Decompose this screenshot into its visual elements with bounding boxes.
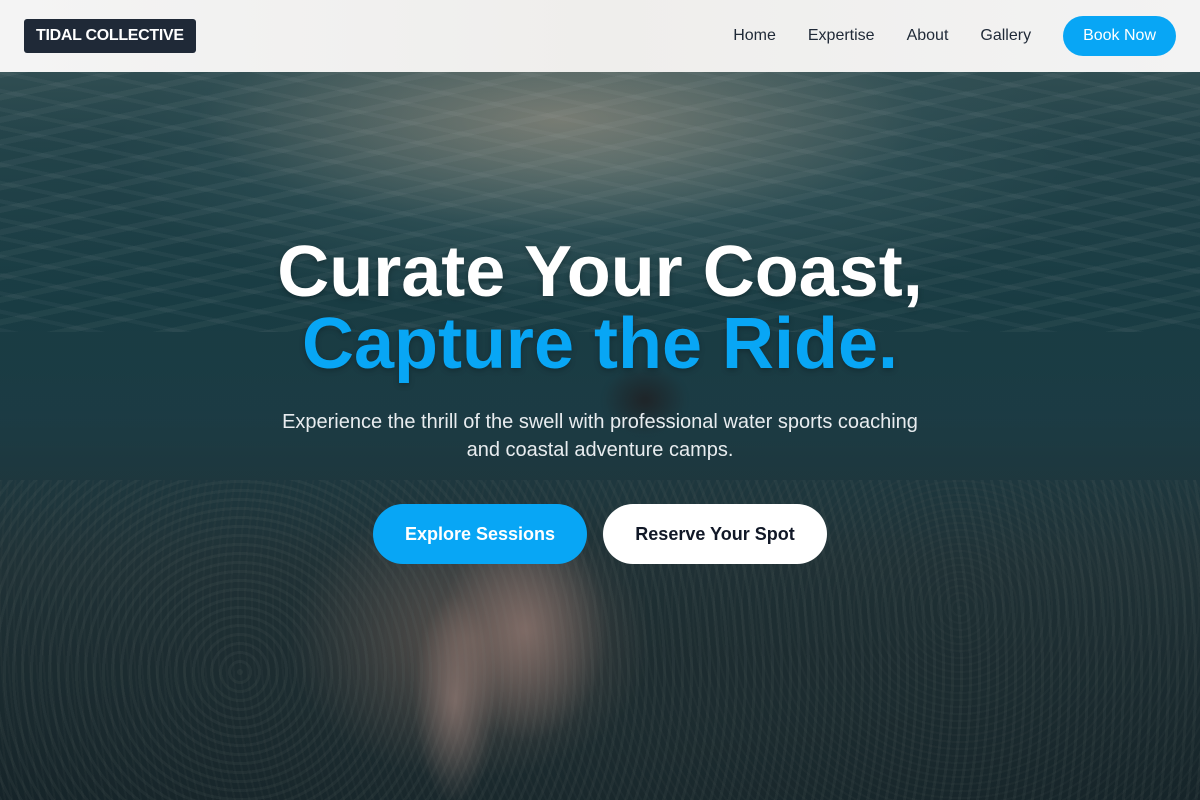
nav-link-about[interactable]: About (907, 27, 949, 45)
explore-sessions-button[interactable]: Explore Sessions (373, 504, 587, 564)
reserve-spot-button[interactable]: Reserve Your Spot (603, 504, 827, 564)
hero-content: Curate Your Coast, Capture the Ride. Exp… (0, 236, 1200, 564)
nav-link-gallery[interactable]: Gallery (980, 27, 1031, 45)
nav-link-expertise[interactable]: Expertise (808, 27, 875, 45)
hero-headline: Curate Your Coast, Capture the Ride. (0, 236, 1200, 380)
nav-link-home[interactable]: Home (733, 27, 776, 45)
brand-logo[interactable]: TIDAL COLLECTIVE (24, 19, 196, 53)
hero-cta-group: Explore Sessions Reserve Your Spot (0, 504, 1200, 564)
book-now-button[interactable]: Book Now (1063, 16, 1176, 56)
nav-links: Home Expertise About Gallery Book Now (733, 16, 1176, 56)
hero-headline-line1: Curate Your Coast, (277, 232, 923, 312)
hero-subheadline: Experience the thrill of the swell with … (282, 411, 918, 461)
hero-headline-line2: Capture the Ride. (301, 304, 899, 384)
top-navbar: TIDAL COLLECTIVE Home Expertise About Ga… (0, 0, 1200, 72)
